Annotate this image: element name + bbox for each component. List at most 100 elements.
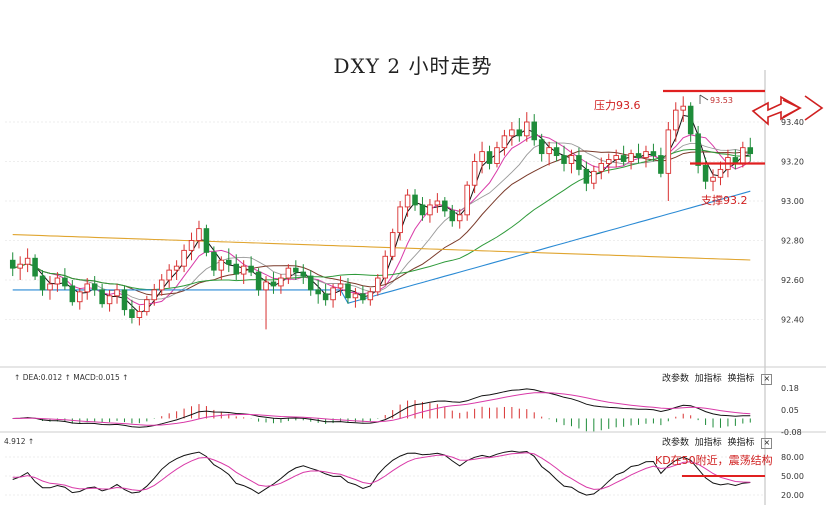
candle-body bbox=[620, 155, 627, 162]
candle-body bbox=[106, 295, 113, 305]
kd-y-tick-label: 80.00 bbox=[781, 453, 804, 462]
macd-close-icon[interactable]: × bbox=[761, 374, 773, 385]
candle-body bbox=[509, 129, 515, 137]
candle-body bbox=[32, 257, 38, 277]
candle-body bbox=[54, 277, 61, 285]
macd-panel bbox=[12, 388, 751, 432]
candle-body bbox=[471, 161, 478, 186]
candle-body bbox=[203, 228, 210, 253]
candle-body bbox=[166, 269, 172, 281]
ma-green-line bbox=[12, 148, 751, 290]
macd-y-tick-label: 0.05 bbox=[781, 406, 799, 415]
candle-body bbox=[69, 285, 76, 303]
candle-body bbox=[307, 275, 314, 291]
candle-body bbox=[456, 214, 463, 222]
candle-body bbox=[710, 176, 716, 182]
y-axis-labels: 93.40 93.20 93.00 92.80 92.60 92.40 0.18 0.05 -0… bbox=[781, 118, 804, 500]
candle-body bbox=[591, 170, 597, 184]
candle-body bbox=[643, 151, 649, 159]
candle-body bbox=[717, 168, 724, 178]
y-tick-label: 92.60 bbox=[781, 276, 804, 285]
kd-add-indicator-button[interactable]: 加指标 bbox=[695, 438, 722, 448]
peak-label: 93.53 bbox=[710, 96, 733, 105]
candle-body bbox=[673, 109, 679, 131]
candle-body bbox=[300, 271, 307, 277]
y-tick-label: 92.40 bbox=[781, 316, 804, 325]
candle-body bbox=[605, 159, 612, 164]
peak-marker-line bbox=[699, 94, 709, 101]
candle-body bbox=[479, 151, 485, 162]
ma-pink-line bbox=[12, 134, 751, 306]
candle-body bbox=[315, 289, 321, 295]
candle-body bbox=[561, 155, 567, 164]
candle-body bbox=[389, 232, 396, 257]
y-tick-label: 93.40 bbox=[781, 118, 804, 127]
chart-screenshot: DXY 2 小时走势 93.40 93.20 93.00 92.80 92.60 92.4… bbox=[0, 0, 826, 518]
candle-body bbox=[211, 251, 217, 271]
candle-body bbox=[233, 263, 239, 275]
candle-body bbox=[136, 311, 143, 318]
candle-body bbox=[695, 133, 701, 166]
candle-body bbox=[62, 277, 68, 287]
candle-body bbox=[17, 263, 23, 269]
candle-body bbox=[84, 283, 90, 293]
candle-body bbox=[114, 289, 120, 297]
arrow-up-icon: ↑ bbox=[122, 373, 129, 382]
candle-body bbox=[412, 194, 418, 206]
candle-body bbox=[740, 147, 746, 164]
candle-body bbox=[494, 147, 500, 164]
candle-body bbox=[524, 121, 530, 137]
candle-body bbox=[77, 291, 83, 303]
kd-close-icon[interactable]: × bbox=[761, 438, 773, 449]
macd-header: ↑ DEA:0.012 ↑ MACD:0.015 ↑ bbox=[14, 373, 128, 382]
candle-body bbox=[486, 151, 493, 164]
candle-body bbox=[255, 271, 262, 291]
macd-toolbar: 改参数 加指标 换指标 × bbox=[662, 371, 773, 385]
candle-body bbox=[218, 259, 225, 271]
candle-body bbox=[747, 147, 754, 155]
candle-body bbox=[158, 279, 165, 291]
ma-brown-line bbox=[12, 150, 751, 296]
candle-body bbox=[151, 289, 158, 301]
candle-body bbox=[546, 147, 552, 155]
candle-body bbox=[263, 281, 269, 291]
candle-body bbox=[121, 289, 128, 311]
y-tick-label: 93.20 bbox=[781, 158, 804, 167]
kd-edit-params-button[interactable]: 改参数 bbox=[662, 438, 689, 448]
candle-body bbox=[248, 265, 254, 273]
candle-body bbox=[658, 155, 664, 174]
candle-body bbox=[345, 283, 351, 299]
candle-body bbox=[568, 155, 575, 164]
candle-body bbox=[196, 228, 202, 241]
arrow-up-icon: ↑ bbox=[14, 373, 21, 382]
ma-orange-line bbox=[12, 234, 751, 261]
macd-switch-indicator-button[interactable]: 换指标 bbox=[728, 374, 755, 384]
candle-body bbox=[449, 210, 456, 222]
kd-annotation: KD在50附近，震荡结构 bbox=[655, 454, 773, 467]
candle-body bbox=[538, 139, 545, 155]
candle-body bbox=[434, 200, 441, 206]
candle-body bbox=[181, 249, 187, 267]
y-tick-label: 92.80 bbox=[781, 237, 804, 246]
candle-body bbox=[553, 147, 560, 157]
candle-body bbox=[531, 121, 537, 141]
candle-body bbox=[24, 257, 31, 265]
kd-toolbar: 改参数 加指标 换指标 × bbox=[662, 435, 773, 449]
macd-add-indicator-button[interactable]: 加指标 bbox=[695, 374, 722, 384]
support-label: 支撑93.2 bbox=[701, 194, 748, 207]
kd-y-tick-label: 20.00 bbox=[781, 491, 804, 500]
candle-body bbox=[516, 129, 523, 137]
macd-edit-params-button[interactable]: 改参数 bbox=[662, 374, 689, 384]
candle-body bbox=[129, 309, 135, 318]
moving-averages bbox=[12, 114, 751, 314]
candle-body bbox=[501, 135, 508, 149]
kd-switch-indicator-button[interactable]: 换指标 bbox=[728, 438, 755, 448]
candle-body bbox=[173, 265, 180, 271]
candle-body bbox=[680, 105, 686, 111]
candle-body bbox=[285, 267, 292, 279]
candle-body bbox=[687, 105, 694, 135]
candle-body bbox=[628, 153, 634, 162]
candle-body bbox=[375, 277, 381, 293]
candle-body bbox=[322, 293, 329, 301]
kd-panel bbox=[5, 450, 765, 496]
